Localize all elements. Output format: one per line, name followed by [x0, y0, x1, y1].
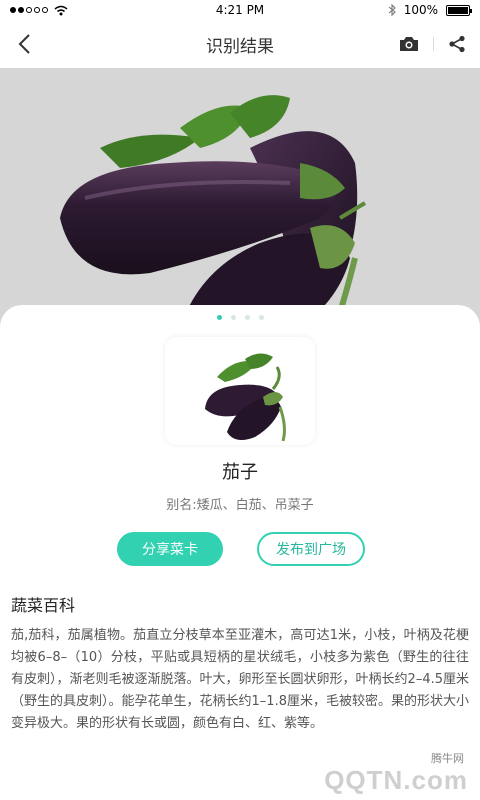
share-icon[interactable]	[448, 35, 466, 53]
carousel-dots	[0, 315, 480, 320]
encyclopedia-text: 茄,茄科，茄属植物。茄直立分枝草本至亚灌木，高可达1米，小枝，叶柄及花梗均被6–…	[11, 628, 469, 731]
vegetable-name: 茄子	[222, 462, 258, 483]
nav-divider	[433, 37, 434, 51]
chevron-left-icon	[18, 34, 30, 54]
back-button[interactable]	[8, 28, 40, 60]
vegetable-thumbnail	[165, 337, 315, 445]
page-title: 识别结果	[206, 36, 274, 57]
publish-button[interactable]: 发布到广场	[257, 532, 365, 566]
result-card: 茄子 别名:矮瓜、白茄、吊菜子 分享菜卡 发布到广场 蔬菜百科 茄,茄科，茄属植…	[0, 305, 480, 800]
watermark-big-text: QQTN.com	[324, 765, 468, 795]
status-time: 4:21 PM	[215, 3, 265, 17]
carousel-dot[interactable]	[230, 315, 236, 320]
hero-image[interactable]	[0, 68, 480, 328]
nav-actions	[399, 20, 466, 68]
watermark-logo: 腾牛网 QQTN.com	[276, 750, 476, 796]
share-card-button[interactable]: 分享菜卡	[117, 532, 223, 566]
eggplant-photo	[0, 68, 480, 328]
nav-bar: 识别结果	[0, 20, 480, 69]
carousel-dot[interactable]	[244, 315, 250, 320]
camera-icon[interactable]	[399, 36, 419, 52]
eggplant-thumbnail-image	[165, 337, 315, 445]
watermark-small-text: 腾牛网	[431, 752, 464, 765]
carousel-dot[interactable]	[216, 315, 222, 320]
vegetable-alias: 别名:矮瓜、白茄、吊菜子	[166, 498, 314, 513]
battery-icon	[446, 4, 472, 16]
carousel-dot[interactable]	[258, 315, 264, 320]
status-bar: 4:21 PM 100%	[0, 0, 480, 20]
encyclopedia-title: 蔬菜百科	[11, 596, 76, 615]
